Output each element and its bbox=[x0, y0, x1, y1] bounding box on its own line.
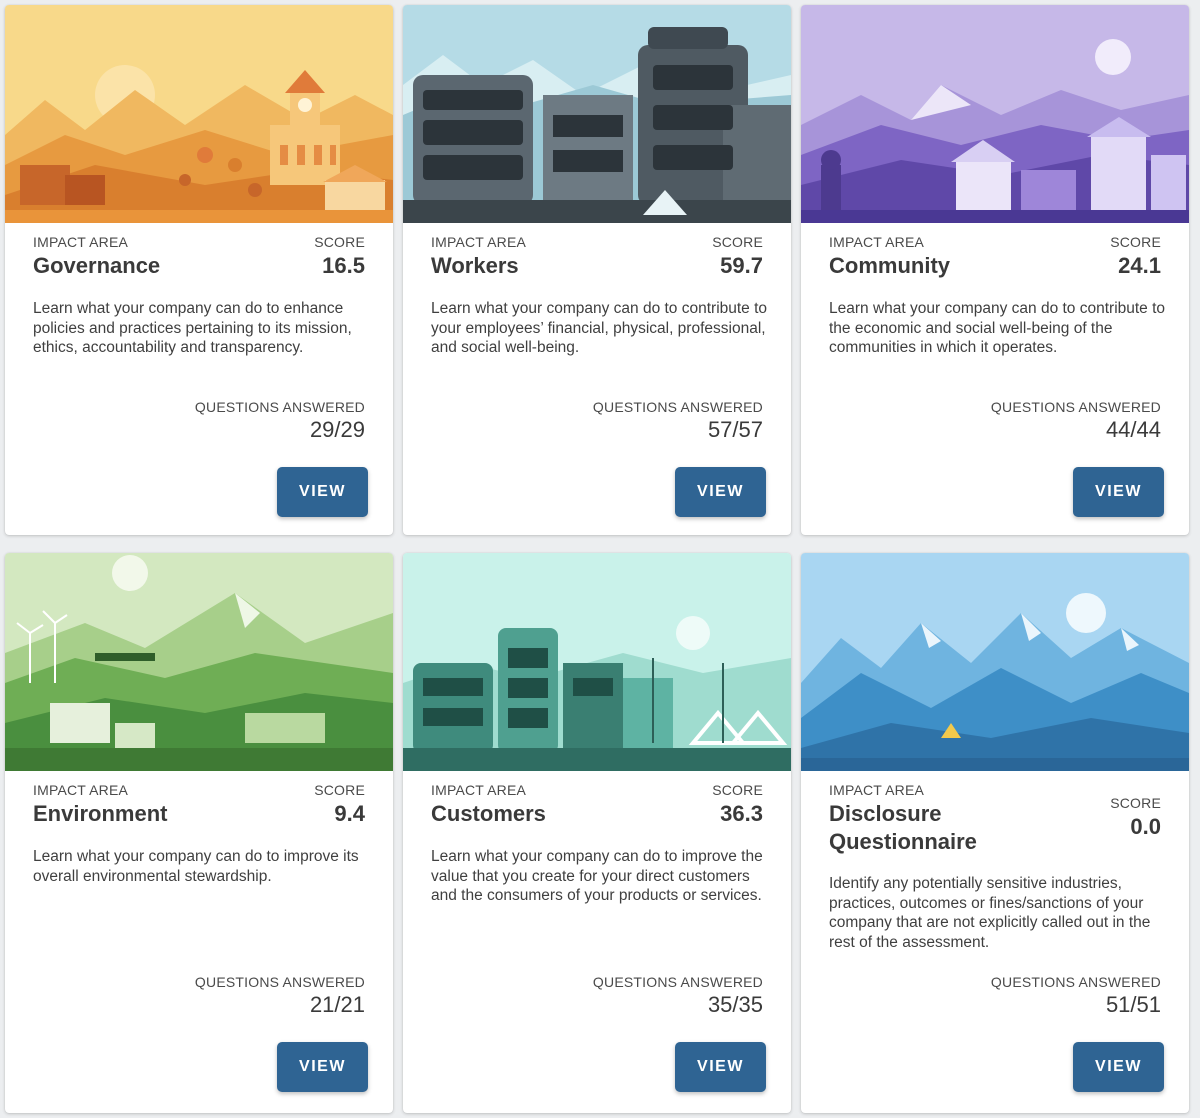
impact-area-description: Learn what your company can do to contri… bbox=[431, 300, 768, 356]
impact-card-workers: IMPACT AREA SCORE Workers 59.7 Learn wha… bbox=[403, 5, 791, 535]
impact-card-customers: IMPACT AREA SCORE Customers 36.3 Learn w… bbox=[403, 553, 791, 1113]
questions-answered-value: 35/35 bbox=[707, 992, 763, 1017]
score-label: SCORE bbox=[712, 782, 763, 798]
questions-answered-label: QUESTIONS ANSWERED bbox=[194, 974, 365, 990]
impact-card-community: IMPACT AREA SCORE Community 24.1 Learn w… bbox=[801, 5, 1189, 535]
score-value: 36.3 bbox=[720, 801, 763, 826]
impact-area-title: Governance bbox=[33, 253, 161, 278]
score-label: SCORE bbox=[314, 234, 365, 250]
impact-area-label: IMPACT AREA bbox=[33, 234, 129, 250]
score-value: 24.1 bbox=[1118, 253, 1161, 278]
impact-area-description: Learn what your company can do to enhanc… bbox=[33, 300, 352, 356]
view-button-disclosure-questionnaire[interactable]: VIEW bbox=[1073, 1042, 1164, 1092]
score-value: 0.0 bbox=[1130, 814, 1161, 839]
score-label: SCORE bbox=[1110, 795, 1161, 811]
impact-area-description: Identify any potentially sensitive indus… bbox=[829, 875, 1151, 951]
wind-farm-illustration bbox=[5, 553, 393, 771]
town-hall-illustration bbox=[5, 5, 393, 223]
impact-area-label: IMPACT AREA bbox=[431, 234, 527, 250]
market-street-illustration bbox=[403, 553, 791, 771]
questions-answered-value: 57/57 bbox=[707, 417, 763, 442]
impact-area-title: Customers bbox=[431, 801, 546, 826]
impact-area-label: IMPACT AREA bbox=[33, 782, 129, 798]
questions-answered-label: QUESTIONS ANSWERED bbox=[990, 399, 1161, 415]
impact-card-disclosure-questionnaire: IMPACT AREA SCORE Disclosure Questionnai… bbox=[801, 553, 1189, 1113]
questions-answered-label: QUESTIONS ANSWERED bbox=[592, 974, 763, 990]
questions-answered-label: QUESTIONS ANSWERED bbox=[592, 399, 763, 415]
score-label: SCORE bbox=[712, 234, 763, 250]
questions-answered-value: 29/29 bbox=[309, 417, 365, 442]
impact-card-environment: IMPACT AREA SCORE Environment 9.4 Learn … bbox=[5, 553, 393, 1113]
view-button-workers[interactable]: VIEW bbox=[675, 467, 766, 517]
questions-answered-value: 44/44 bbox=[1105, 417, 1161, 442]
score-label: SCORE bbox=[1110, 234, 1161, 250]
questions-answered-value: 51/51 bbox=[1105, 992, 1161, 1017]
view-button-environment[interactable]: VIEW bbox=[277, 1042, 368, 1092]
impact-area-label: IMPACT AREA bbox=[829, 234, 925, 250]
view-button-governance[interactable]: VIEW bbox=[277, 467, 368, 517]
impact-area-title: Disclosure Questionnaire bbox=[829, 801, 977, 854]
village-illustration bbox=[801, 5, 1189, 223]
impact-area-label: IMPACT AREA bbox=[431, 782, 527, 798]
questions-answered-label: QUESTIONS ANSWERED bbox=[990, 974, 1161, 990]
score-value: 59.7 bbox=[720, 253, 763, 278]
office-buildings-illustration bbox=[403, 5, 791, 223]
impact-card-governance: IMPACT AREA SCORE Governance 16.5 Learn … bbox=[5, 5, 393, 535]
impact-area-description: Learn what your company can do to improv… bbox=[33, 848, 359, 885]
impact-area-label: IMPACT AREA bbox=[829, 782, 925, 798]
view-button-customers[interactable]: VIEW bbox=[675, 1042, 766, 1092]
impact-area-description: Learn what your company can do to improv… bbox=[431, 848, 763, 904]
impact-area-description: Learn what your company can do to contri… bbox=[829, 300, 1166, 356]
questions-answered-value: 21/21 bbox=[309, 992, 365, 1017]
view-button-community[interactable]: VIEW bbox=[1073, 467, 1164, 517]
impact-area-title: Community bbox=[829, 253, 950, 278]
impact-area-title: Environment bbox=[33, 801, 168, 826]
mountains-illustration bbox=[801, 553, 1189, 771]
impact-area-title: Workers bbox=[431, 253, 519, 278]
score-value: 9.4 bbox=[334, 801, 365, 826]
questions-answered-label: QUESTIONS ANSWERED bbox=[194, 399, 365, 415]
score-label: SCORE bbox=[314, 782, 365, 798]
score-value: 16.5 bbox=[322, 253, 365, 278]
